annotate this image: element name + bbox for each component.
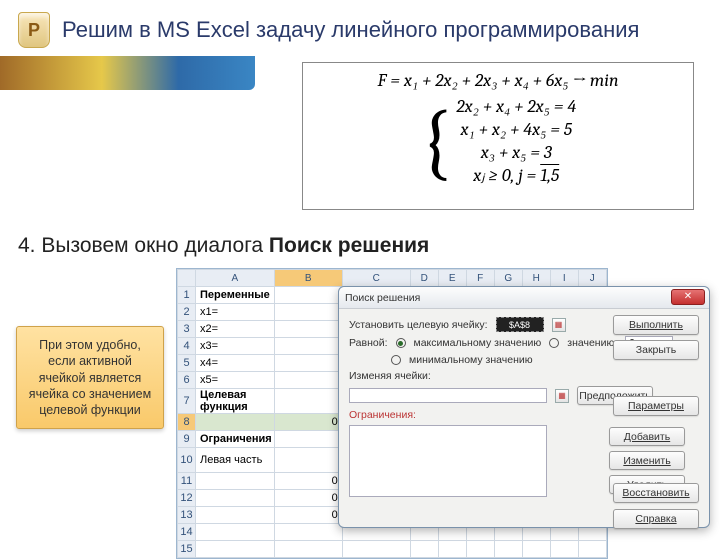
constraints-listbox[interactable]	[349, 425, 547, 497]
range-picker-icon[interactable]: ▦	[555, 389, 569, 403]
brace-icon: {	[420, 104, 453, 180]
help-button[interactable]: Справка	[613, 509, 699, 529]
changing-cells-input[interactable]	[349, 388, 547, 403]
presentation-logo-icon: P	[18, 12, 50, 48]
page-title: Решим в MS Excel задачу линейного програ…	[62, 17, 639, 43]
callout-note: При этом удобно, если активной ячейкой я…	[16, 326, 164, 429]
solver-dialog: Поиск решения ✕ Установить целевую ячейк…	[338, 286, 710, 528]
label-value: значению:	[567, 337, 617, 349]
run-button[interactable]: Выполнить	[613, 315, 699, 335]
radio-max[interactable]	[396, 338, 406, 348]
label-equal: Равной:	[349, 337, 388, 349]
constraint-2: x₁ + x₂ + 4x₅ = 5	[456, 118, 576, 141]
constraint-1: 2x₂ + x₄ + 2x₅ = 4	[456, 95, 576, 118]
label-constraints: Ограничения:	[349, 409, 416, 421]
target-cell-ref[interactable]: $A$8	[496, 317, 544, 332]
decorative-strip	[0, 56, 255, 90]
radio-value[interactable]	[549, 338, 559, 348]
parameters-button[interactable]: Параметры	[613, 396, 699, 416]
constraint-4: xⱼ ≥ 0, j = 1,5	[456, 164, 576, 187]
formula-box: F = x₁ + 2x₂ + 2x₃ + x₄ + 6x₅ → min { 2x…	[302, 62, 694, 210]
label-target-cell: Установить целевую ячейку:	[349, 319, 488, 331]
edit-constraint-button[interactable]: Изменить	[609, 451, 685, 470]
objective-formula: F = x₁ + 2x₂ + 2x₃ + x₄ + 6x₅ → min	[313, 69, 683, 93]
constraint-3: x₃ + x₅ = 3	[456, 141, 576, 164]
close-button[interactable]: ✕	[671, 289, 705, 305]
step-heading: 4. Вызовем окно диалога Поиск решения	[18, 234, 429, 258]
label-min: минимальному значению	[409, 354, 533, 366]
reset-button[interactable]: Восстановить	[613, 483, 699, 503]
close-dialog-button[interactable]: Закрыть	[613, 340, 699, 360]
range-picker-icon[interactable]: ▦	[552, 318, 566, 332]
add-constraint-button[interactable]: Добавить	[609, 427, 685, 446]
label-changing-cells: Изменяя ячейки:	[349, 370, 431, 382]
radio-min[interactable]	[391, 355, 401, 365]
label-max: максимальному значению	[414, 337, 542, 349]
dialog-title: Поиск решения	[345, 292, 420, 304]
